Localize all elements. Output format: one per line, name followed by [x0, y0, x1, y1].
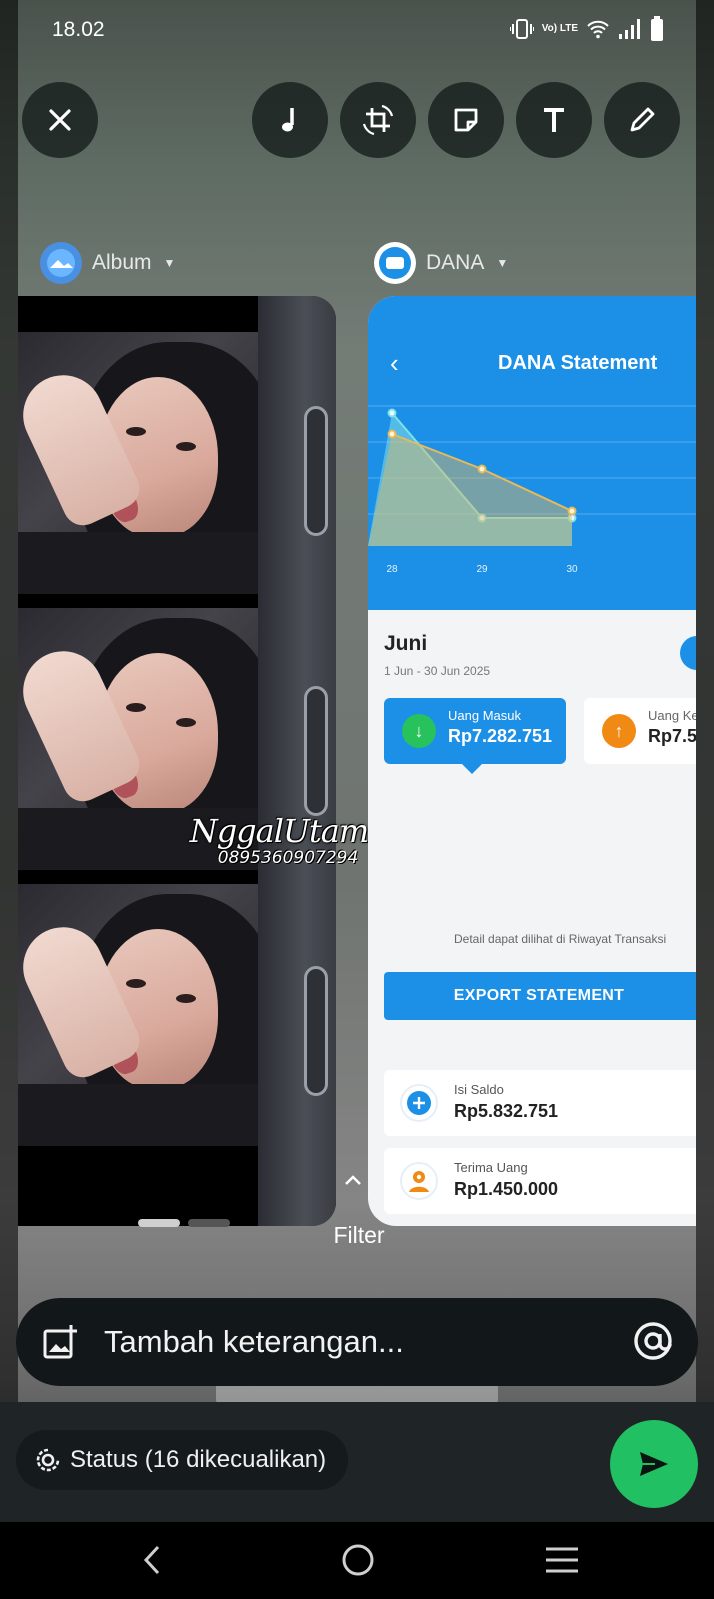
chart-point — [477, 464, 487, 474]
chevron-down-icon: ▼ — [163, 256, 176, 270]
menu-lines-icon — [546, 1547, 578, 1573]
money-out-label: Uang Keluar — [648, 708, 696, 723]
chart-point — [387, 408, 397, 418]
music-icon — [282, 108, 294, 132]
chart-area-1 — [368, 434, 572, 546]
status-audience-label: Status (16 dikecualikan) — [70, 1446, 327, 1473]
dana-app-icon — [374, 242, 416, 284]
system-navigation-bar — [0, 1522, 714, 1599]
month-title: Juni — [384, 632, 428, 655]
back-icon: ‹ — [390, 348, 399, 378]
album-photo-preview[interactable] — [18, 296, 336, 1226]
money-in-tile: ↓ Uang Masuk Rp7.282.751 — [384, 698, 566, 774]
back-arrow-icon — [143, 1545, 160, 1575]
music-button[interactable] — [252, 82, 328, 158]
chevron-up-icon[interactable] — [343, 1170, 363, 1190]
dana-title: DANA Statement — [498, 352, 658, 374]
photo-strip-frame — [18, 332, 258, 594]
month-range: 1 Jun - 30 Jun 2025 — [384, 664, 491, 678]
chevron-down-icon: ▼ — [496, 256, 509, 270]
topup-amount: Rp5.832.751 — [454, 1101, 559, 1121]
nav-recents-button[interactable] — [540, 1540, 584, 1580]
crop-rotate-button[interactable] — [340, 82, 416, 158]
chart-x-tick: 28 — [386, 564, 398, 575]
background-edge-left — [0, 0, 18, 1520]
chart-x-tick: 29 — [476, 564, 488, 575]
month-picker-button — [680, 636, 696, 670]
home-circle-icon — [342, 1544, 374, 1576]
caption-input[interactable] — [104, 1320, 624, 1364]
send-icon — [640, 1452, 668, 1476]
photo-frame-border — [258, 296, 336, 1226]
draw-button[interactable] — [604, 82, 680, 158]
arrow-down-icon: ↓ — [402, 714, 436, 748]
mention-icon[interactable] — [632, 1320, 674, 1362]
source-dana-selector[interactable]: DANA ▼ — [374, 242, 508, 284]
sticker-icon — [454, 108, 478, 132]
receive-money-icon — [400, 1162, 438, 1200]
add-media-icon[interactable] — [42, 1324, 78, 1360]
export-statement-button: EXPORT STATEMENT — [384, 972, 696, 1020]
frame-decoration — [304, 686, 328, 816]
status-audience-selector[interactable]: Status (16 dikecualikan) — [16, 1430, 349, 1490]
pencil-icon — [630, 107, 655, 132]
source-album-selector[interactable]: Album ▼ — [40, 242, 175, 284]
send-button[interactable] — [610, 1420, 698, 1508]
volte-indicator: Vo) LTE — [541, 23, 578, 34]
money-out-tile: ↑ Uang Keluar Rp7.5 — [584, 698, 696, 764]
topup-label: Isi Saldo — [454, 1082, 504, 1097]
receive-amount: Rp1.450.000 — [454, 1179, 559, 1199]
chart-point — [567, 506, 577, 516]
status-icons: Vo) LTE — [509, 16, 664, 42]
crop-rotate-icon — [362, 104, 394, 136]
recipient-bar: Status (16 dikecualikan) — [0, 1402, 714, 1522]
source-album-label: Album — [92, 251, 152, 274]
plus-circle-icon — [400, 1084, 438, 1122]
text-button[interactable] — [516, 82, 592, 158]
close-icon — [49, 109, 71, 131]
background-edge-right — [696, 0, 714, 1520]
wifi-icon — [587, 20, 609, 39]
nav-back-button[interactable] — [130, 1540, 174, 1580]
topup-row: Isi Saldo Rp5.832.751 — [384, 1070, 696, 1136]
receive-row: Terima Uang Rp1.450.000 — [384, 1148, 696, 1214]
filter-label[interactable]: Filter — [0, 1222, 714, 1249]
battery-icon — [651, 16, 663, 41]
sticker-button[interactable] — [428, 82, 504, 158]
detail-note: Detail dapat dilihat di Riwayat Transaks… — [454, 932, 667, 946]
system-status-bar: 18.02 Vo) LTE — [0, 0, 714, 60]
vibrate-icon — [509, 19, 534, 39]
source-dana-label: DANA — [426, 251, 485, 274]
chart-point — [387, 429, 397, 439]
clock-time: 18.02 — [52, 18, 105, 41]
media-editor-screen: 18.02 Vo) LTE Album ▼ DANA ▼ NggalUtama … — [0, 0, 714, 1599]
album-app-icon — [40, 242, 82, 284]
chart-x-tick: 30 — [566, 564, 578, 575]
dana-header: ‹ DANA Statement 28 29 30 — [368, 296, 696, 610]
arrow-up-icon: ↑ — [602, 714, 636, 748]
filter-text: Filter — [333, 1222, 385, 1248]
text-icon — [544, 108, 564, 132]
caption-bar — [16, 1298, 698, 1386]
receive-label: Terima Uang — [454, 1160, 528, 1175]
money-in-label: Uang Masuk — [448, 708, 521, 723]
signal-icon — [619, 19, 640, 39]
frame-decoration — [304, 406, 328, 536]
close-button[interactable] — [22, 82, 98, 158]
dana-balance-chart: 28 29 30 — [368, 405, 696, 575]
photo-strip-frame — [18, 884, 258, 1146]
frame-decoration — [304, 966, 328, 1096]
nav-home-button[interactable] — [336, 1540, 380, 1580]
dana-statement-preview[interactable]: ‹ DANA Statement 28 29 30 Juni 1 Jun - 30 … — [368, 296, 696, 1226]
money-out-amount: Rp7.5 — [648, 726, 696, 746]
money-in-amount: Rp7.282.751 — [448, 726, 553, 746]
status-icon — [36, 1448, 60, 1472]
